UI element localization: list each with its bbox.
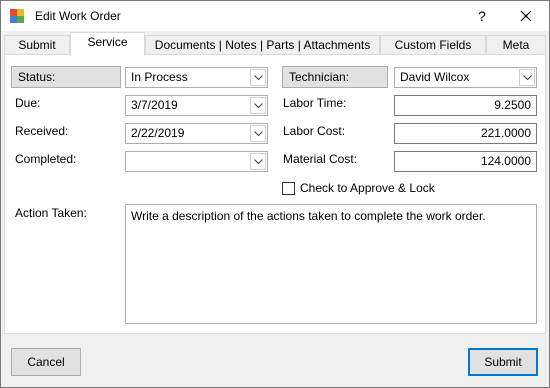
due-value: 3/7/2019 (131, 98, 178, 112)
technician-combo[interactable]: David Wilcox (394, 67, 537, 88)
approve-lock-label[interactable]: Check to Approve & Lock (300, 181, 435, 195)
tab-documents-notes-parts-attachments[interactable]: Documents | Notes | Parts | Attachments (145, 35, 380, 55)
due-date-picker[interactable]: 3/7/2019 (125, 95, 268, 116)
due-label: Due: (15, 96, 41, 110)
cancel-button[interactable]: Cancel (11, 348, 81, 376)
tab-meta[interactable]: Meta (486, 35, 546, 55)
received-value: 2/22/2019 (131, 126, 185, 140)
status-combo[interactable]: In Process (125, 67, 268, 88)
chevron-down-icon (254, 75, 263, 81)
approve-lock-checkbox[interactable] (282, 182, 295, 195)
received-label: Received: (15, 124, 69, 138)
technician-value: David Wilcox (400, 70, 470, 84)
help-button[interactable]: ? (467, 1, 497, 31)
status-label: Status: (11, 66, 121, 88)
chevron-down-icon (254, 159, 263, 165)
labor-cost-label: Labor Cost: (283, 124, 346, 138)
status-dropdown-button[interactable] (250, 69, 266, 86)
received-date-picker[interactable]: 2/22/2019 (125, 123, 268, 144)
material-cost-label: Material Cost: (283, 152, 358, 166)
tab-custom-fields[interactable]: Custom Fields (380, 35, 486, 55)
close-button[interactable] (511, 1, 541, 31)
status-value: In Process (131, 70, 188, 84)
labor-time-input[interactable]: 9.2500 (394, 95, 537, 116)
tab-strip: Submit Service Documents | Notes | Parts… (1, 31, 549, 56)
completed-label: Completed: (15, 152, 77, 166)
close-icon (520, 10, 532, 22)
tab-service[interactable]: Service (70, 32, 145, 56)
title-bar: Edit Work Order ? (1, 1, 549, 31)
edit-work-order-window: Edit Work Order ? Submit Service Documen… (0, 0, 550, 388)
action-taken-textarea[interactable]: Write a description of the actions taken… (125, 204, 537, 324)
technician-dropdown-button[interactable] (519, 69, 535, 86)
chevron-down-icon (254, 103, 263, 109)
window-title: Edit Work Order (35, 9, 121, 23)
completed-dropdown-button[interactable] (250, 153, 266, 170)
submit-button[interactable]: Submit (468, 348, 538, 376)
labor-time-label: Labor Time: (283, 96, 347, 110)
chevron-down-icon (254, 131, 263, 137)
received-dropdown-button[interactable] (250, 125, 266, 142)
action-taken-label: Action Taken: (15, 206, 87, 220)
chevron-down-icon (523, 75, 532, 81)
labor-cost-input[interactable]: 221.0000 (394, 123, 537, 144)
material-cost-input[interactable]: 124.0000 (394, 151, 537, 172)
work-order-app-icon (10, 9, 24, 23)
tab-submit[interactable]: Submit (4, 35, 70, 55)
service-panel: Status: In Process Technician: David Wil… (4, 54, 546, 334)
due-dropdown-button[interactable] (250, 97, 266, 114)
completed-date-picker[interactable] (125, 151, 268, 172)
technician-label: Technician: (282, 66, 388, 88)
